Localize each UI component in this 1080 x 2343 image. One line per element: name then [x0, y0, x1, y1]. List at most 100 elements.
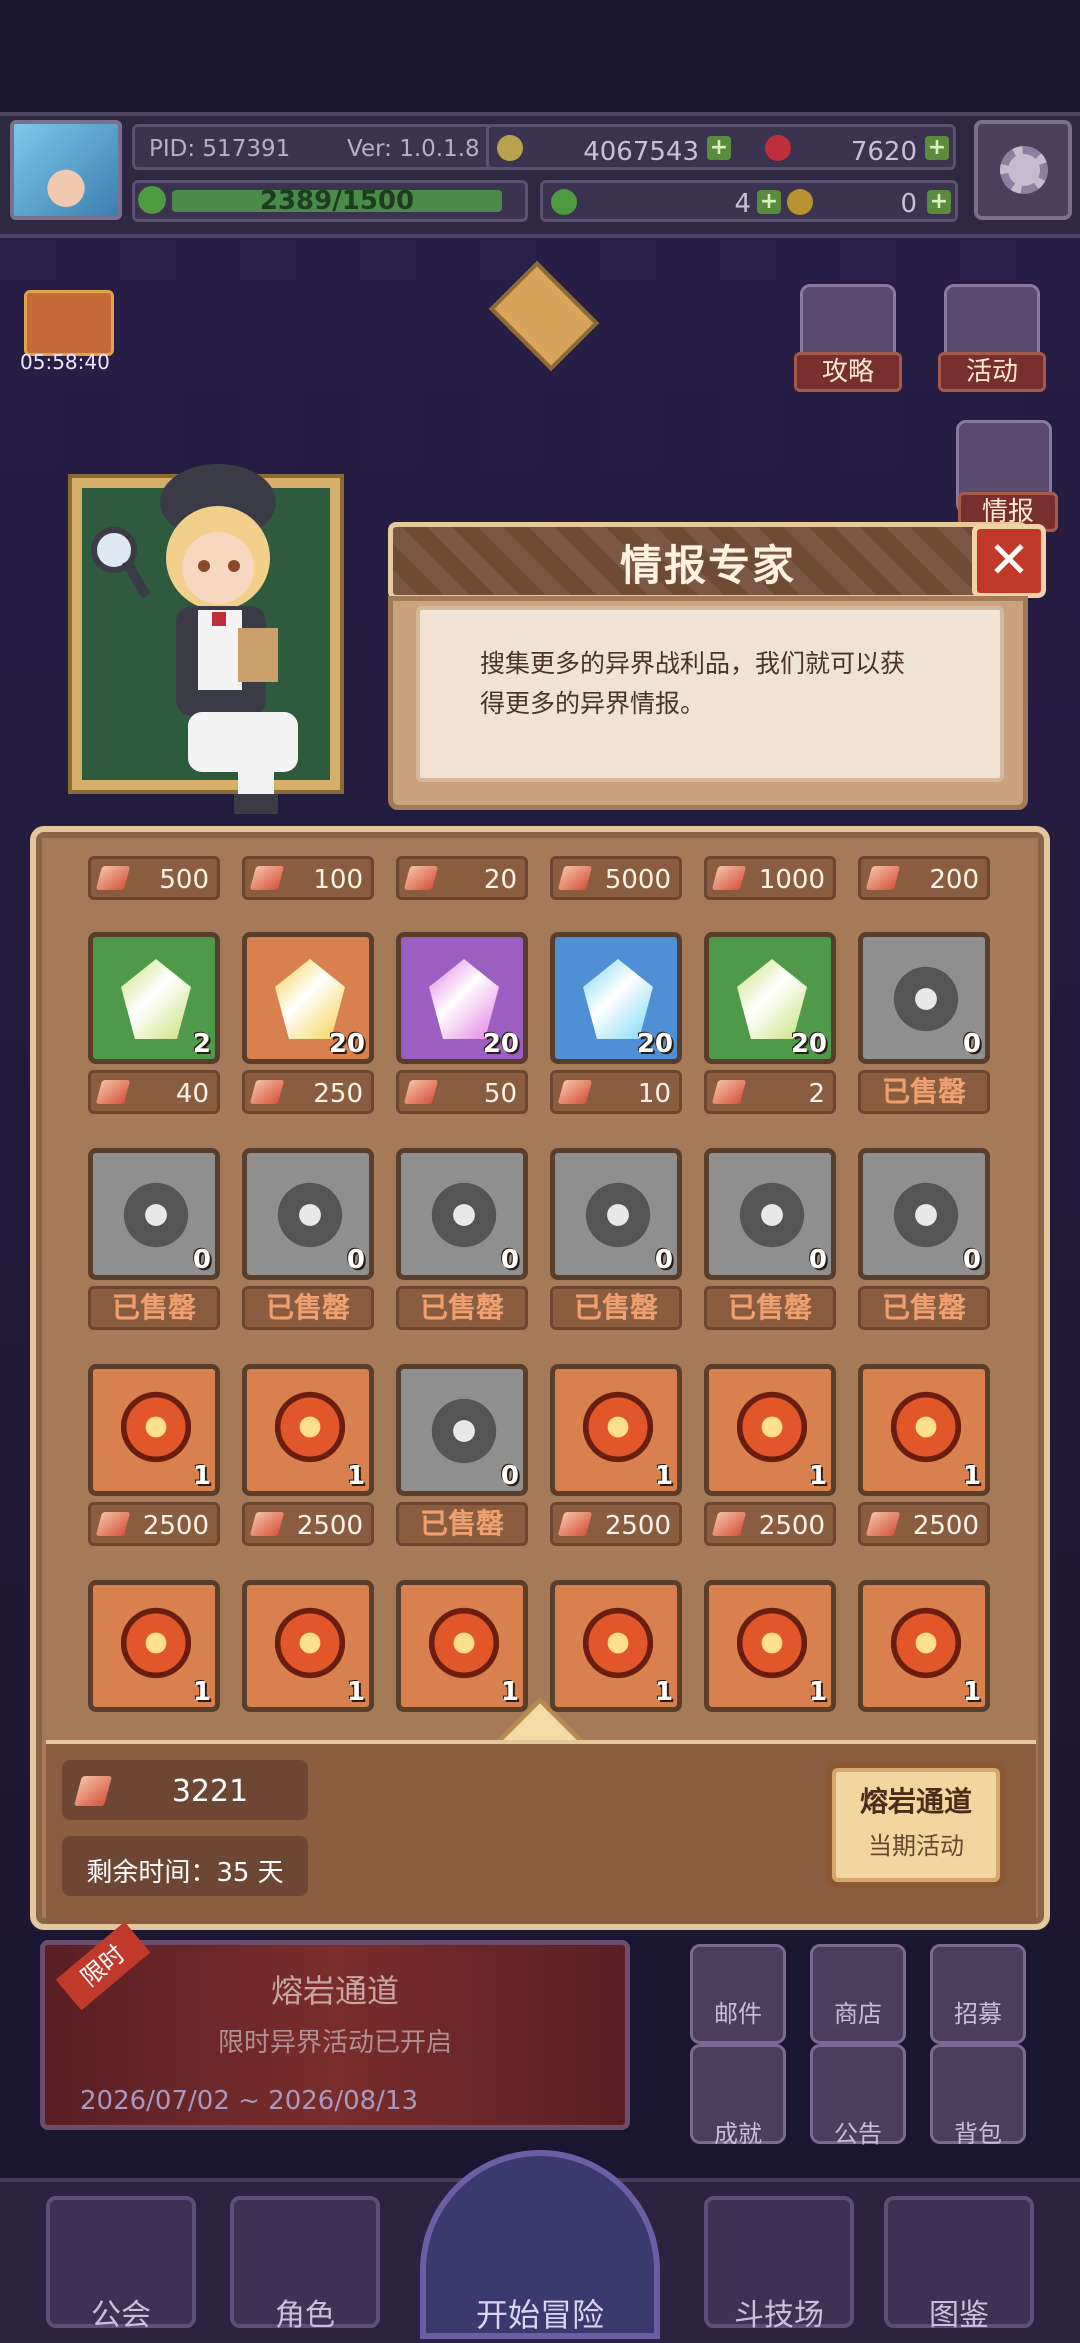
item-count: 20 — [482, 1029, 519, 1059]
dialog-text: 搜集更多的异界战利品，我们就可以获 得更多的异界情报。 — [480, 644, 950, 724]
shard-icon — [557, 866, 593, 890]
start-adventure-label: 开始冒险 — [475, 2296, 604, 2334]
price-tag: 2 — [704, 1070, 836, 1114]
green-crystal-icon — [121, 959, 191, 1039]
shop-item-slot[interactable]: 0 — [88, 1148, 220, 1280]
price-tag: 5000 — [550, 856, 682, 900]
shop-item-slot[interactable]: 1 — [858, 1580, 990, 1712]
shop-item-slot[interactable]: 1 — [858, 1364, 990, 1496]
gem-count: 7620 — [850, 137, 917, 167]
dialog-title: 情报专家 — [619, 541, 796, 590]
price-value: 2 — [808, 1079, 825, 1109]
shop-item-slot[interactable]: 0 — [396, 1148, 528, 1280]
item-count: 1 — [192, 1461, 211, 1491]
shard-icon — [249, 1512, 285, 1536]
price-tag: 50 — [396, 1070, 528, 1114]
add-gem-icon[interactable]: + — [925, 136, 949, 160]
shard-icon — [249, 1080, 285, 1104]
flame-horse-icon — [429, 1607, 499, 1687]
item-count: 1 — [346, 1461, 365, 1491]
shard-icon — [865, 1512, 901, 1536]
price-value: 2500 — [142, 1511, 209, 1541]
close-button[interactable]: ✕ — [972, 524, 1046, 598]
shop-item-slot[interactable]: 1 — [396, 1580, 528, 1712]
activity-label: 活动 — [938, 352, 1046, 392]
price-value: 1000 — [758, 865, 825, 895]
price-tag: 40 — [88, 1070, 220, 1114]
sold-out-tag: 已售罄 — [88, 1286, 220, 1330]
shop-item-slot[interactable]: 1 — [704, 1364, 836, 1496]
shop-item-slot[interactable]: 0 — [550, 1148, 682, 1280]
key-count: 0 — [900, 189, 917, 219]
version-label: Ver: 1.0.1.8 — [347, 136, 480, 162]
add-gold-icon[interactable]: + — [707, 136, 731, 160]
item-count: 0 — [346, 1245, 365, 1275]
intel-expert-character — [91, 464, 298, 814]
item-count: 2 — [192, 1029, 211, 1059]
gold-coin-icon — [497, 135, 523, 161]
shop-item-slot[interactable]: 1 — [550, 1580, 682, 1712]
sold-out-tag: 已售罄 — [704, 1286, 836, 1330]
lava-boots-icon — [275, 1391, 345, 1471]
shop-item-slot[interactable]: 1 — [550, 1364, 682, 1496]
gold-gem-icon — [275, 959, 345, 1039]
shop-item-slot[interactable]: 20 — [396, 932, 528, 1064]
item-count: 0 — [500, 1245, 519, 1275]
sold-out-tag: 已售罄 — [396, 1286, 528, 1330]
settings-button[interactable] — [974, 120, 1072, 220]
item-count: 1 — [346, 1677, 365, 1707]
shop-item-slot[interactable]: 2 — [88, 932, 220, 1064]
add-key-icon[interactable]: + — [927, 190, 951, 214]
shop-item-slot[interactable]: 20 — [550, 932, 682, 1064]
price-tag: 1000 — [704, 856, 836, 900]
item-count: 20 — [790, 1029, 827, 1059]
shop-item-slot[interactable]: 1 — [242, 1364, 374, 1496]
shop-item-slot[interactable]: 0 — [242, 1148, 374, 1280]
shop-item-slot[interactable]: 0 — [396, 1364, 528, 1496]
price-value: 250 — [313, 1079, 363, 1109]
price-value: 5000 — [604, 865, 671, 895]
remaining-time: 剩余时间：35 天 — [86, 1858, 284, 1888]
lava-helmet-icon — [121, 1391, 191, 1471]
item-count: 20 — [328, 1029, 365, 1059]
lava-staff-icon — [891, 1391, 961, 1471]
store-label: 商店 — [834, 2000, 882, 2028]
gift-box-icon[interactable] — [24, 290, 114, 356]
shard-icon — [403, 866, 439, 890]
shop-item-slot[interactable]: 1 — [704, 1580, 836, 1712]
shard-icon — [95, 866, 131, 890]
item-count: 1 — [500, 1677, 519, 1707]
item-count: 20 — [636, 1029, 673, 1059]
shop-item-slot[interactable]: 20 — [242, 932, 374, 1064]
price-value: 200 — [929, 865, 979, 895]
clover-xp-icon — [138, 186, 166, 214]
shop-item-slot[interactable]: 1 — [88, 1364, 220, 1496]
price-tag: 2500 — [88, 1502, 220, 1546]
dialog-text-line-1: 搜集更多的异界战利品，我们就可以获 — [480, 649, 906, 678]
player-avatar[interactable] — [10, 120, 122, 220]
backpack-label: 背包 — [954, 2120, 1002, 2148]
item-count: 0 — [962, 1029, 981, 1059]
sold-out-tag: 已售罄 — [858, 1070, 990, 1114]
price-value: 2500 — [296, 1511, 363, 1541]
orb-icon — [429, 1175, 499, 1255]
shop-item-slot[interactable]: 0 — [858, 1148, 990, 1280]
notice-label: 公告 — [834, 2120, 882, 2148]
price-value: 500 — [159, 865, 209, 895]
shard-icon — [865, 866, 901, 890]
shop-item-slot[interactable]: 20 — [704, 932, 836, 1064]
shop-item-slot[interactable]: 1 — [88, 1580, 220, 1712]
item-count: 1 — [654, 1461, 673, 1491]
shard-icon — [711, 866, 747, 890]
player-info: PID: 517391 Ver: 1.0.1.8 — [132, 124, 502, 170]
shop-item-slot[interactable]: 0 — [704, 1148, 836, 1280]
banner-dates: 2026/07/02 ~ 2026/08/13 — [80, 2086, 419, 2116]
shop-item-slot[interactable]: 0 — [858, 932, 990, 1064]
item-count: 0 — [654, 1245, 673, 1275]
flame-boots-icon — [737, 1607, 807, 1687]
price-tag: 100 — [242, 856, 374, 900]
item-count: 0 — [808, 1245, 827, 1275]
add-clover-icon[interactable]: + — [757, 190, 781, 214]
shop-item-slot[interactable]: 1 — [242, 1580, 374, 1712]
pid-label: PID: 517391 — [149, 136, 291, 162]
